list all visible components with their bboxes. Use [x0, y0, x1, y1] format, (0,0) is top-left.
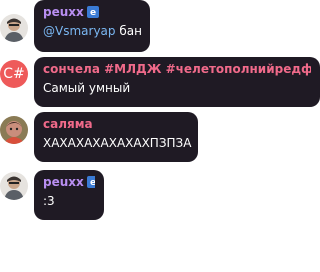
user-photo-icon [0, 14, 28, 42]
message-text: Самый умный [43, 81, 131, 95]
svg-text:e: e [90, 178, 95, 188]
chat-log: peuxx e @Vsmaryap бан C# сончела #МЛДЖ #… [0, 0, 320, 272]
message-text: @Vsmaryap бан [43, 23, 142, 40]
sender-row: peuxx e [43, 5, 141, 20]
message-text: ХАХАХАХАХАХАХПЗПЗА [43, 136, 192, 150]
message-bubble[interactable]: peuxx e :3 [34, 170, 104, 220]
user-photo-icon [0, 116, 28, 144]
sender-name[interactable]: сончела #МЛДЖ #челетополнийредфла... [43, 62, 311, 77]
message-bubble[interactable]: саляма ХАХАХАХАХАХАХПЗПЗА [34, 112, 198, 162]
avatar[interactable] [0, 116, 28, 144]
sender-name[interactable]: саляма [43, 117, 189, 132]
svg-text:e: e [90, 8, 96, 18]
edge-browser-icon: e [86, 6, 99, 18]
message-bubble[interactable]: peuxx e @Vsmaryap бан [34, 0, 150, 52]
user-photo-icon [0, 172, 28, 200]
edge-browser-icon: e [86, 176, 95, 188]
avatar[interactable] [0, 172, 28, 200]
mention-link[interactable]: @Vsmaryap [43, 24, 116, 38]
avatar[interactable]: C# [0, 60, 28, 88]
message-text: :3 [43, 194, 55, 208]
avatar[interactable] [0, 14, 28, 42]
sender-name[interactable]: peuxx [43, 175, 84, 189]
avatar-initials: C# [3, 66, 25, 82]
message-body: бан [115, 24, 142, 38]
message-bubble[interactable]: сончела #МЛДЖ #челетополнийредфла... Сам… [34, 57, 320, 107]
sender-name[interactable]: peuxx [43, 5, 84, 19]
sender-row: peuxx e [43, 175, 95, 190]
